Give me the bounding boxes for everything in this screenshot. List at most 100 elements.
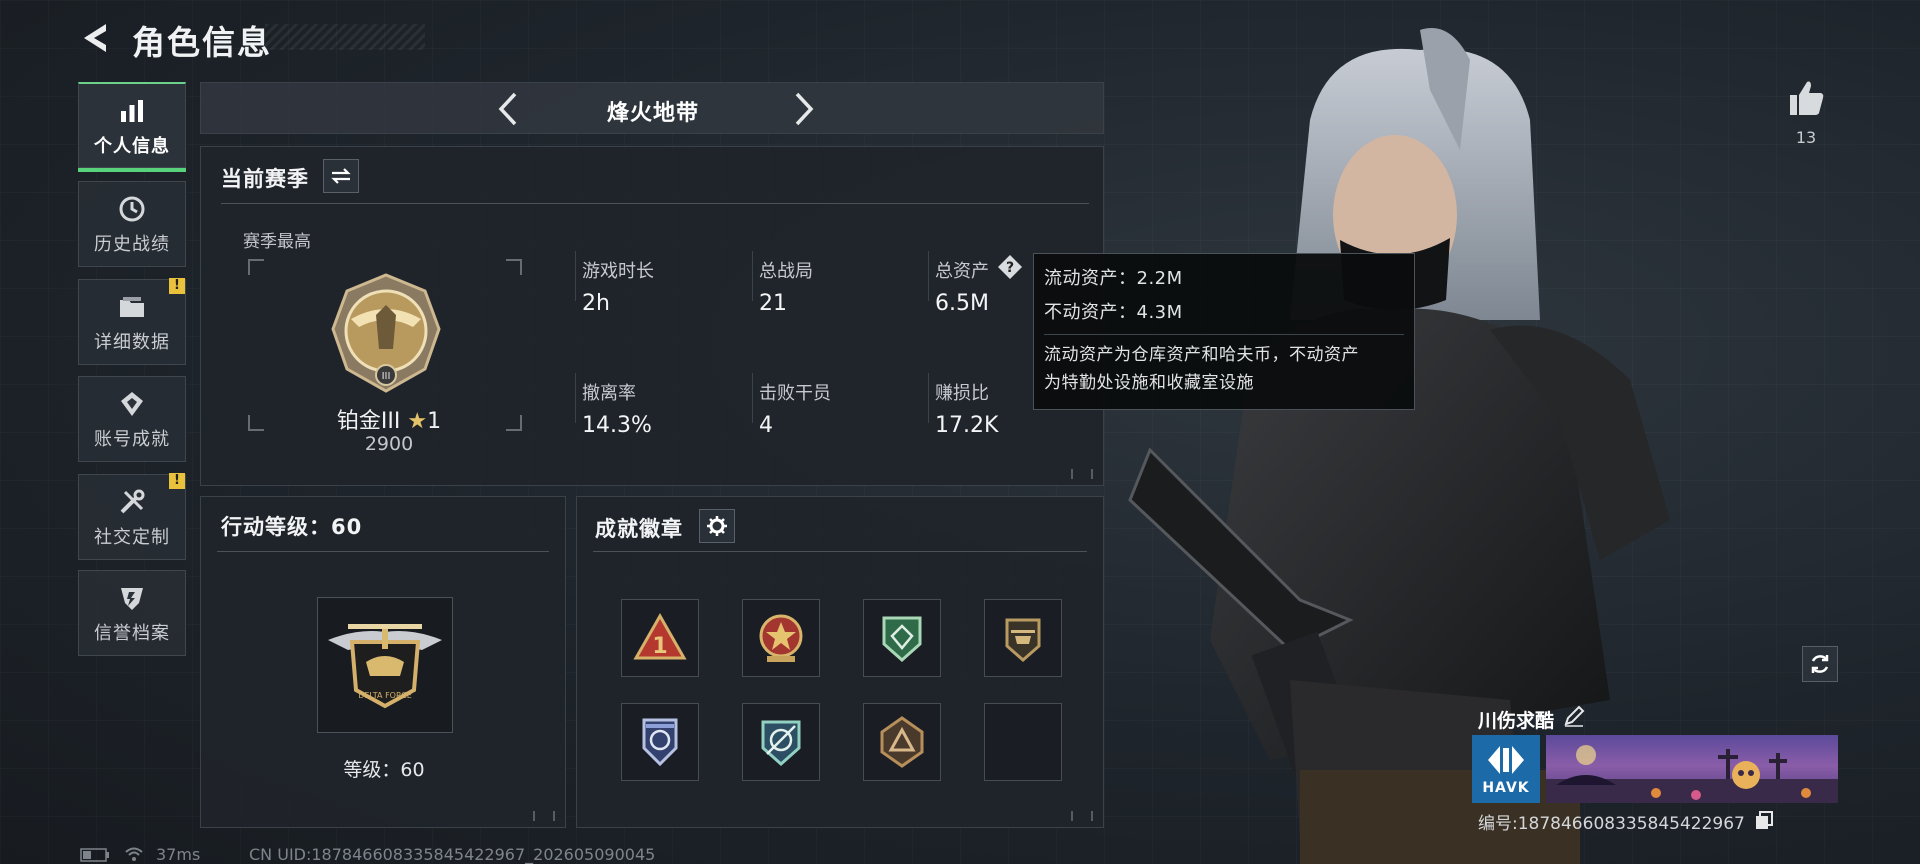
like-count: 13 <box>1795 128 1817 147</box>
season-title: 当前赛季 <box>221 167 309 191</box>
alert-badge: ! <box>169 473 185 489</box>
stat-label: 游戏时长 <box>582 261 654 282</box>
gear-icon <box>707 516 727 536</box>
folder-icon <box>115 290 149 324</box>
copy-icon[interactable] <box>1754 810 1774 830</box>
badge-blue-shield[interactable] <box>621 703 699 781</box>
helicopter-badge-icon <box>1005 618 1041 662</box>
help-question-icon[interactable]: ? <box>996 253 1024 281</box>
sidebar-item-label: 账号成就 <box>94 429 170 450</box>
page-title: 角色信息 <box>132 23 272 62</box>
stat-value: 2h <box>582 291 610 316</box>
bronze-triangle-badge-icon <box>880 716 924 768</box>
badge-star-medal[interactable] <box>742 599 820 677</box>
stat-label: 总战局 <box>759 261 813 282</box>
action-level-title: 行动等级：60 <box>221 515 363 539</box>
badge-empty-slot[interactable] <box>984 703 1062 781</box>
rank-score: 2900 <box>364 433 414 455</box>
action-level-panel: 行动等级：60 DELTA FORCE 等级：60 <box>200 496 566 828</box>
badge-bronze-triangle[interactable] <box>863 703 941 781</box>
refresh-icon <box>1811 655 1829 673</box>
season-best-label: 赛季最高 <box>243 232 311 252</box>
svg-text:?: ? <box>1006 260 1014 276</box>
svg-text:DELTA FORCE: DELTA FORCE <box>358 691 412 700</box>
divider <box>752 373 753 423</box>
divider <box>928 251 929 301</box>
player-id: 编号:1878466083358454229​67 <box>1478 814 1745 834</box>
blue-shield-badge-icon <box>642 718 678 767</box>
stat-value: 17.2K <box>935 413 999 438</box>
ping-value: 37ms <box>156 845 201 864</box>
stat-label: 撤离率 <box>582 383 636 404</box>
divider <box>752 251 753 301</box>
divider <box>593 551 1087 552</box>
badge-triangle-1[interactable]: 1 <box>621 599 699 677</box>
sidebar-item-label: 历史战绩 <box>94 234 170 255</box>
sidebar-item-achievements[interactable]: 账号成就 <box>78 376 186 462</box>
swap-arrows-icon <box>331 168 351 184</box>
sidebar-item-social-customize[interactable]: ! 社交定制 <box>78 473 186 560</box>
stat-label: 总资产 <box>935 261 989 282</box>
thumbs-up-icon[interactable] <box>1786 78 1826 118</box>
sidebar-item-credit-record[interactable]: 信誉档案 <box>78 570 186 656</box>
level-label: 等级：60 <box>343 759 425 781</box>
fixed-assets: 不动资产：4.3M <box>1044 302 1183 323</box>
uid-text: CN UID:1878466083358454229​67_2026050900… <box>249 845 656 864</box>
corner-decoration <box>533 811 555 821</box>
rank-name-row: 铂金III ★1 <box>319 403 459 435</box>
next-mode-chevron-icon[interactable] <box>783 89 823 129</box>
rank-name: 铂金III <box>336 409 401 434</box>
sidebar-item-history[interactable]: 历史战绩 <box>78 181 186 267</box>
star-medal-badge-icon <box>759 614 803 662</box>
wifi-icon <box>125 847 143 861</box>
divider <box>575 251 576 301</box>
asset-description-line-1: 流动资产为仓库资产和哈夫币，不动资产 <box>1044 345 1359 365</box>
divider <box>928 373 929 423</box>
stat-value: 14.3% <box>582 413 652 438</box>
stat-label: 击败干员 <box>759 383 831 404</box>
havk-logo-icon <box>1488 746 1524 774</box>
sidebar-item-label: 信誉档案 <box>94 623 170 644</box>
sidebar-item-label: 个人信息 <box>94 135 170 157</box>
asset-tooltip: 流动资产：2.2M 不动资产：4.3M 流动资产为仓库资产和哈夫币，不动资产 为… <box>1033 253 1415 410</box>
badge-crosshair[interactable] <box>742 703 820 781</box>
title-decoration <box>265 24 425 50</box>
star-icon: ★ <box>407 409 428 434</box>
sidebar-item-label: 详细数据 <box>94 332 170 353</box>
crosshair-badge-icon <box>761 720 801 767</box>
tools-icon <box>115 485 149 519</box>
stat-value: 21 <box>759 291 787 316</box>
sidebar-item-detailed-data[interactable]: ! 详细数据 <box>78 278 186 365</box>
helicopter-level-emblem-icon: DELTA FORCE <box>328 624 442 709</box>
badge-green-shield[interactable] <box>863 599 941 677</box>
team-logo-text: HAVK <box>1482 780 1530 796</box>
badge-helicopter[interactable] <box>984 599 1062 677</box>
svg-text:III: III <box>382 371 391 382</box>
triangle-1-badge-icon: 1 <box>633 612 687 660</box>
battery-icon <box>80 848 109 862</box>
season-panel: 当前赛季 赛季最高 III 铂金III ★1 2900 游戏时长 2h 总战局 … <box>200 146 1104 486</box>
svg-text:1: 1 <box>652 634 667 659</box>
stat-value: 4 <box>759 413 773 438</box>
badge-settings-button[interactable] <box>699 509 735 543</box>
player-banner[interactable] <box>1546 735 1838 803</box>
divider <box>221 203 1089 204</box>
achievements-title: 成就徽章 <box>595 517 683 541</box>
sidebar-item-personal-info[interactable]: 个人信息 <box>78 82 186 172</box>
credit-shield-icon <box>115 581 149 615</box>
rank-stars: 1 <box>427 409 442 434</box>
player-name: 川伤求酷 <box>1478 710 1555 732</box>
switch-season-button[interactable] <box>323 159 359 193</box>
platinum-rank-emblem-icon: III <box>331 273 441 393</box>
divider <box>1044 334 1404 335</box>
alert-badge: ! <box>169 278 185 294</box>
history-clock-icon <box>115 192 149 226</box>
back-arrow-icon[interactable] <box>76 18 116 58</box>
sidebar-item-label: 社交定制 <box>94 527 170 548</box>
mode-title: 烽火地带 <box>606 101 699 126</box>
stat-value: 6.5M <box>935 291 989 316</box>
refresh-button[interactable] <box>1802 646 1838 682</box>
bar-chart-icon <box>115 94 149 128</box>
achievement-icon <box>115 387 149 421</box>
edit-pencil-icon[interactable] <box>1562 704 1586 728</box>
